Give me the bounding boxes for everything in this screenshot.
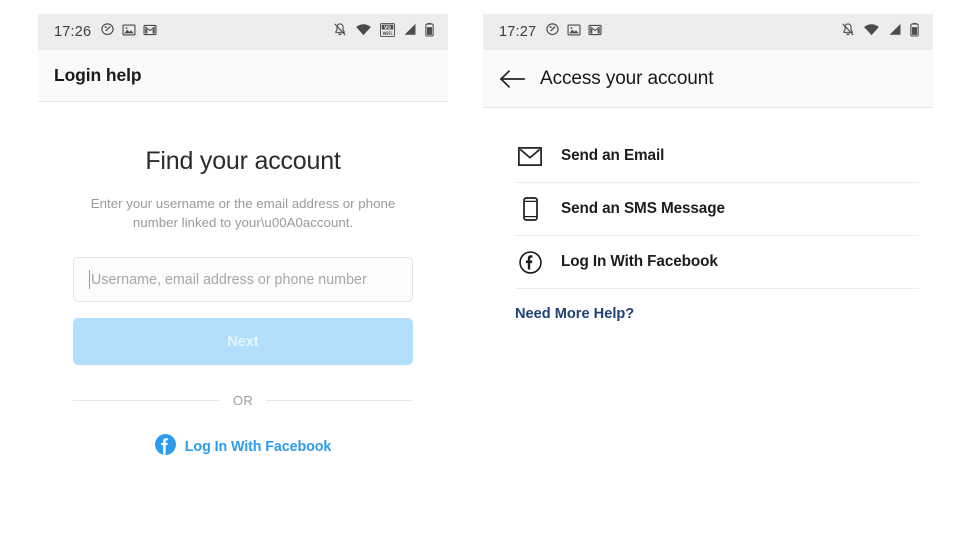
tag-icon (100, 22, 115, 42)
option-log-in-with-facebook[interactable]: Log In With Facebook (515, 236, 919, 289)
status-bar-right-icons-left-phone: VO WiFi (333, 22, 434, 42)
option-send-an-sms-message[interactable]: Send an SMS Message (515, 183, 919, 236)
option-label: Log In With Facebook (561, 253, 718, 270)
page-title: Login help (54, 65, 142, 85)
login-help-content: Find your account Enter your username or… (38, 147, 448, 460)
next-button[interactable]: Next (73, 318, 413, 365)
notifications-muted-icon (841, 22, 855, 42)
tag-icon (545, 22, 560, 42)
facebook-icon (154, 434, 176, 460)
cellular-signal-icon (888, 23, 902, 41)
phone-icon (515, 197, 545, 221)
status-bar-left: 17:26 VO WiFi (38, 14, 448, 50)
photo-icon (122, 23, 136, 42)
battery-icon (910, 22, 919, 42)
or-divider-line-left (73, 400, 220, 401)
find-account-heading: Find your account (145, 147, 341, 175)
back-arrow-icon[interactable] (497, 64, 527, 94)
option-label: Send an SMS Message (561, 200, 725, 217)
gmail-icon (588, 23, 602, 42)
right-phone-screen: 17:27 Access your account Send an Email … (483, 14, 933, 514)
wifi-icon (863, 23, 880, 41)
page-title-right: Access your account (540, 67, 714, 89)
status-bar-clock-right: 17:27 (499, 24, 537, 40)
or-divider-line-right (266, 400, 413, 401)
facebook-outline-icon (515, 250, 545, 274)
facebook-login-label: Log In With Facebook (184, 439, 332, 455)
status-bar-right-icons-right-phone (841, 22, 919, 42)
status-bar-clock: 17:26 (54, 24, 92, 40)
app-bar-access-account: Access your account (483, 50, 933, 108)
svg-text:WiFi: WiFi (383, 30, 394, 35)
notifications-muted-icon (333, 22, 347, 42)
facebook-login-button[interactable]: Log In With Facebook (73, 434, 413, 460)
text-cursor (89, 270, 90, 289)
envelope-icon (515, 146, 545, 166)
battery-icon (425, 22, 434, 42)
wifi-icon (355, 23, 372, 41)
access-account-content: Send an Email Send an SMS Message Log In… (483, 130, 933, 323)
cellular-signal-icon (403, 23, 417, 41)
vowifi-badge-icon: VO WiFi (380, 22, 395, 42)
username-input[interactable]: Username, email address or phone number (73, 257, 413, 302)
app-bar-login-help: Login help (38, 50, 448, 102)
photo-icon (567, 23, 581, 42)
status-bar-right: 17:27 (483, 14, 933, 50)
or-divider: OR (73, 393, 413, 408)
gmail-icon (143, 23, 157, 42)
recovery-options-list: Send an Email Send an SMS Message Log In… (483, 130, 933, 289)
left-phone-screen: 17:26 VO WiFi Login help Find your accou… (38, 14, 448, 514)
status-bar-left-icons-right-phone (545, 22, 602, 42)
option-send-an-email[interactable]: Send an Email (515, 130, 919, 183)
username-input-placeholder: Username, email address or phone number (91, 271, 367, 288)
or-divider-label: OR (232, 393, 254, 408)
find-account-subtitle: Enter your username or the email address… (90, 196, 396, 230)
next-button-label: Next (227, 333, 259, 350)
status-bar-left-icons (100, 22, 157, 42)
option-label: Send an Email (561, 147, 665, 164)
need-more-help-link[interactable]: Need More Help? (483, 306, 634, 322)
